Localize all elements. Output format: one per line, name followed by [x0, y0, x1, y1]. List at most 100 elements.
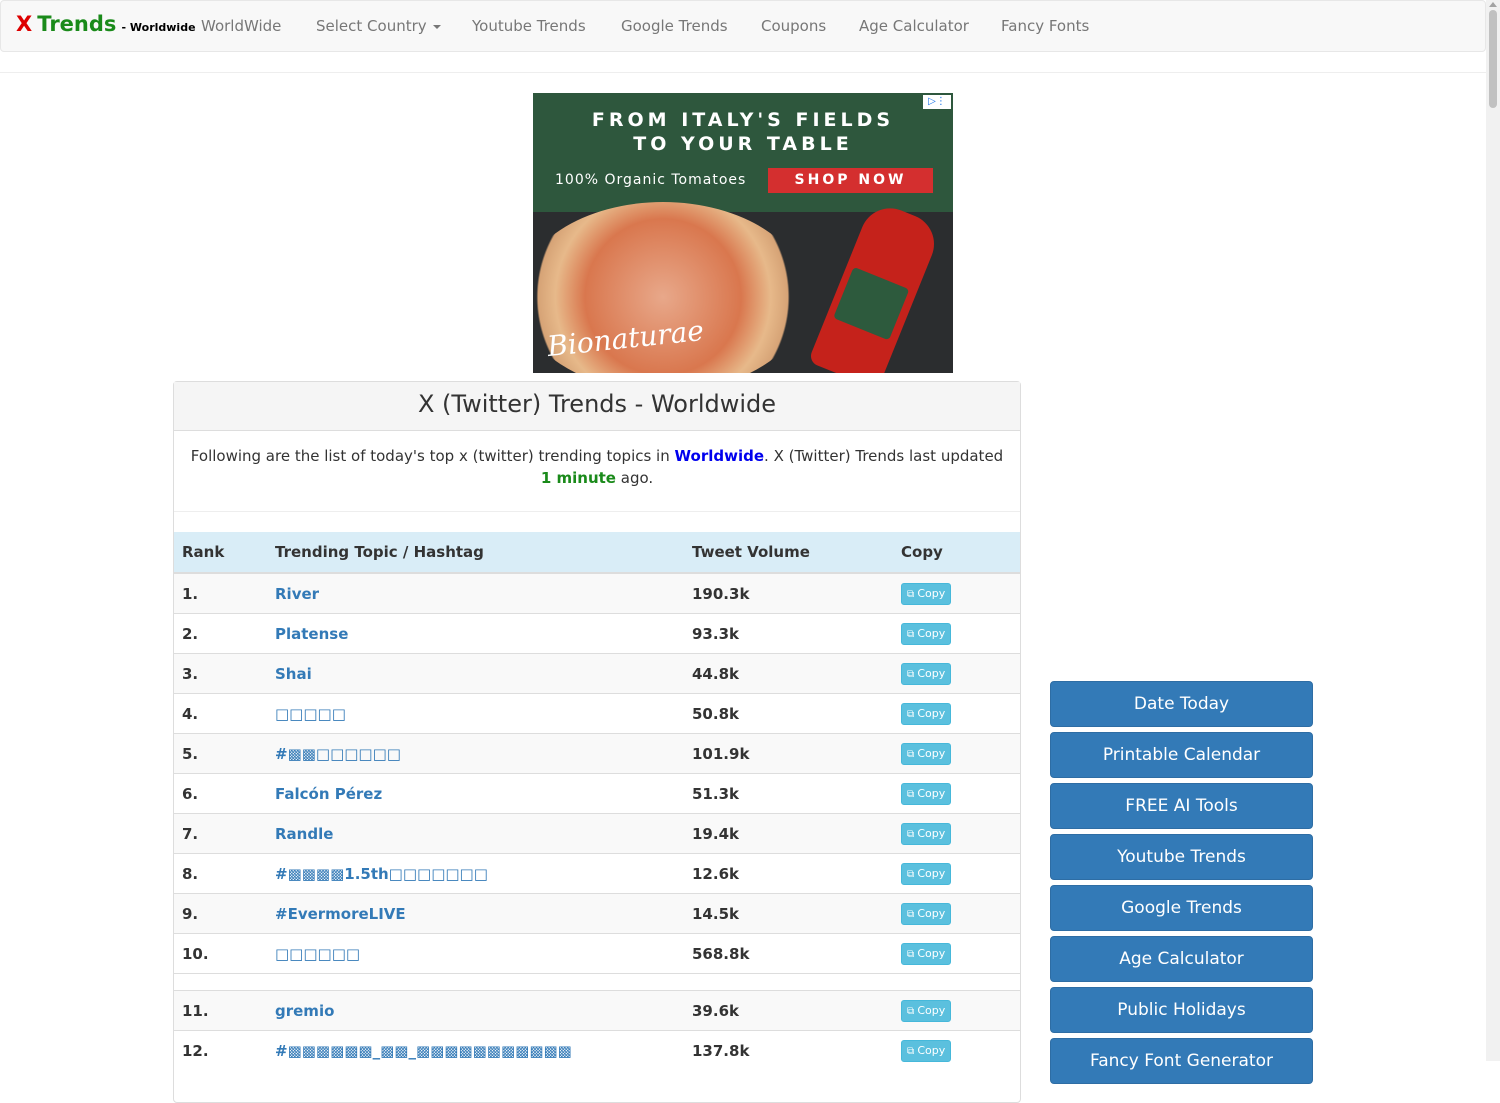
brand-x: X — [16, 12, 33, 36]
scroll-up-icon[interactable] — [1489, 2, 1497, 7]
topic-link[interactable]: gremio — [275, 1002, 334, 1020]
topic-link[interactable]: □□□□□ — [275, 705, 346, 723]
scrollbar-thumb[interactable] — [1489, 10, 1497, 108]
copy-icon: ⧉ — [907, 668, 918, 680]
table-row: 6. Falcón Pérez 51.3k ⧉ Copy — [174, 773, 1020, 814]
copy-cell: ⧉ Copy — [893, 893, 1020, 934]
topic-cell: #▩▩▩▩1.5th□□□□□□□ — [267, 853, 684, 894]
nav-coupons[interactable]: Coupons — [761, 17, 826, 35]
nav-age-calculator[interactable]: Age Calculator — [859, 17, 969, 35]
copy-icon: ⧉ — [907, 1005, 918, 1017]
topic-link[interactable]: #▩▩▩▩1.5th□□□□□□□ — [275, 865, 488, 883]
ad-tagline: 100% Organic Tomatoes — [555, 172, 747, 188]
copy-cell: ⧉ Copy — [893, 813, 1020, 854]
nav-youtube-trends[interactable]: Youtube Trends — [472, 17, 586, 35]
copy-icon: ⧉ — [907, 748, 918, 760]
brand-logo[interactable]: X Trends - Worldwide — [16, 12, 196, 36]
volume-cell: 51.3k — [684, 773, 893, 814]
ad-headline-2: TO YOUR TABLE — [633, 133, 853, 155]
topic-link[interactable]: Platense — [275, 625, 348, 643]
copy-button[interactable]: ⧉ Copy — [901, 582, 952, 605]
ad-header: FROM ITALY'S FIELDS TO YOUR TABLE 100% O… — [533, 93, 953, 212]
volume-cell: 568.8k — [684, 933, 893, 974]
topic-link[interactable]: Falcón Pérez — [275, 785, 382, 803]
copy-button[interactable]: ⧉ Copy — [901, 1039, 952, 1062]
copy-icon: ⧉ — [907, 868, 918, 880]
topic-cell: #▩▩▩▩▩▩_▩▩_▩▩▩▩▩▩▩▩▩▩▩ — [267, 1030, 684, 1070]
top-navbar: X Trends - Worldwide WorldWide Select Co… — [0, 0, 1486, 52]
topic-link[interactable]: #EvermoreLIVE — [275, 905, 406, 923]
ad-shop-now-button[interactable]: SHOP NOW — [768, 168, 933, 193]
copy-icon: ⧉ — [907, 588, 918, 600]
sidebar-button-printable-calendar[interactable]: Printable Calendar — [1050, 732, 1313, 778]
copy-icon: ⧉ — [907, 948, 918, 960]
copy-button[interactable]: ⧉ Copy — [901, 702, 952, 725]
sidebar-button-youtube-trends[interactable]: Youtube Trends — [1050, 834, 1313, 880]
sidebar-button-date-today[interactable]: Date Today — [1050, 681, 1313, 727]
copy-button[interactable]: ⧉ Copy — [901, 942, 952, 965]
location-link[interactable]: Worldwide — [675, 447, 765, 465]
panel-header: X (Twitter) Trends - Worldwide — [174, 382, 1020, 431]
copy-button[interactable]: ⧉ Copy — [901, 662, 952, 685]
sidebar-button-public-holidays[interactable]: Public Holidays — [1050, 987, 1313, 1033]
copy-button-label: Copy — [917, 826, 946, 840]
sidebar-button-google-trends[interactable]: Google Trends — [1050, 885, 1313, 931]
table-row: 10. □□□□□□ 568.8k ⧉ Copy — [174, 933, 1020, 974]
copy-button-label: Copy — [917, 1043, 946, 1057]
topic-cell: Platense — [267, 613, 684, 654]
copy-button[interactable]: ⧉ Copy — [901, 862, 952, 885]
copy-button[interactable]: ⧉ Copy — [901, 622, 952, 645]
nav-select-country[interactable]: Select Country — [316, 17, 441, 35]
rank-cell: 7. — [174, 813, 267, 854]
topic-link[interactable]: #▩▩▩▩▩▩_▩▩_▩▩▩▩▩▩▩▩▩▩▩ — [275, 1042, 572, 1060]
table-row: 2. Platense 93.3k ⧉ Copy — [174, 613, 1020, 654]
sidebar-button-age-calculator[interactable]: Age Calculator — [1050, 936, 1313, 982]
table-row: 8. #▩▩▩▩1.5th□□□□□□□ 12.6k ⧉ Copy — [174, 853, 1020, 894]
trends-table: Rank Trending Topic / Hashtag Tweet Volu… — [174, 532, 1020, 1070]
table-spacer-row — [174, 973, 1020, 991]
copy-cell: ⧉ Copy — [893, 990, 1020, 1031]
copy-icon: ⧉ — [907, 708, 918, 720]
copy-button[interactable]: ⧉ Copy — [901, 782, 952, 805]
copy-button-label: Copy — [917, 586, 946, 600]
nav-google-trends[interactable]: Google Trends — [621, 17, 728, 35]
topic-link[interactable]: River — [275, 585, 319, 603]
topic-link[interactable]: □□□□□□ — [275, 945, 360, 963]
copy-icon: ⧉ — [907, 788, 918, 800]
adchoices-icon[interactable]: ▷⋮ — [923, 95, 951, 109]
topic-link[interactable]: Shai — [275, 665, 312, 683]
copy-button-label: Copy — [917, 746, 946, 760]
nav-fancy-fonts[interactable]: Fancy Fonts — [1001, 17, 1089, 35]
advertisement-banner[interactable]: FROM ITALY'S FIELDS TO YOUR TABLE 100% O… — [533, 93, 953, 373]
topic-cell: #EvermoreLIVE — [267, 893, 684, 934]
rank-cell: 2. — [174, 613, 267, 654]
copy-button[interactable]: ⧉ Copy — [901, 902, 952, 925]
rank-cell: 12. — [174, 1030, 267, 1070]
header-topic: Trending Topic / Hashtag — [267, 532, 684, 574]
copy-button[interactable]: ⧉ Copy — [901, 742, 952, 765]
sidebar-button-fancy-font-generator[interactable]: Fancy Font Generator — [1050, 1038, 1313, 1084]
copy-button[interactable]: ⧉ Copy — [901, 999, 952, 1022]
page-scrollbar[interactable] — [1486, 0, 1500, 1061]
topic-link[interactable]: #▩▩□□□□□□ — [275, 745, 401, 763]
topic-cell: Shai — [267, 653, 684, 694]
copy-cell: ⧉ Copy — [893, 853, 1020, 894]
intro-mid: . X (Twitter) Trends last updated — [764, 447, 1004, 465]
copy-button-label: Copy — [917, 666, 946, 680]
nav-worldwide[interactable]: WorldWide — [201, 17, 281, 35]
table-row: 5. #▩▩□□□□□□ 101.9k ⧉ Copy — [174, 733, 1020, 774]
header-volume: Tweet Volume — [684, 532, 893, 574]
volume-cell: 101.9k — [684, 733, 893, 774]
sidebar-button-free-ai-tools[interactable]: FREE AI Tools — [1050, 783, 1313, 829]
copy-cell: ⧉ Copy — [893, 653, 1020, 694]
table-row: 4. □□□□□ 50.8k ⧉ Copy — [174, 693, 1020, 734]
copy-icon: ⧉ — [907, 628, 918, 640]
rank-cell: 8. — [174, 853, 267, 894]
copy-button[interactable]: ⧉ Copy — [901, 822, 952, 845]
topic-link[interactable]: Randle — [275, 825, 333, 843]
rank-cell: 4. — [174, 693, 267, 734]
header-rank: Rank — [174, 532, 267, 574]
page-title: X (Twitter) Trends - Worldwide — [417, 390, 777, 418]
volume-cell: 14.5k — [684, 893, 893, 934]
copy-cell: ⧉ Copy — [893, 613, 1020, 654]
